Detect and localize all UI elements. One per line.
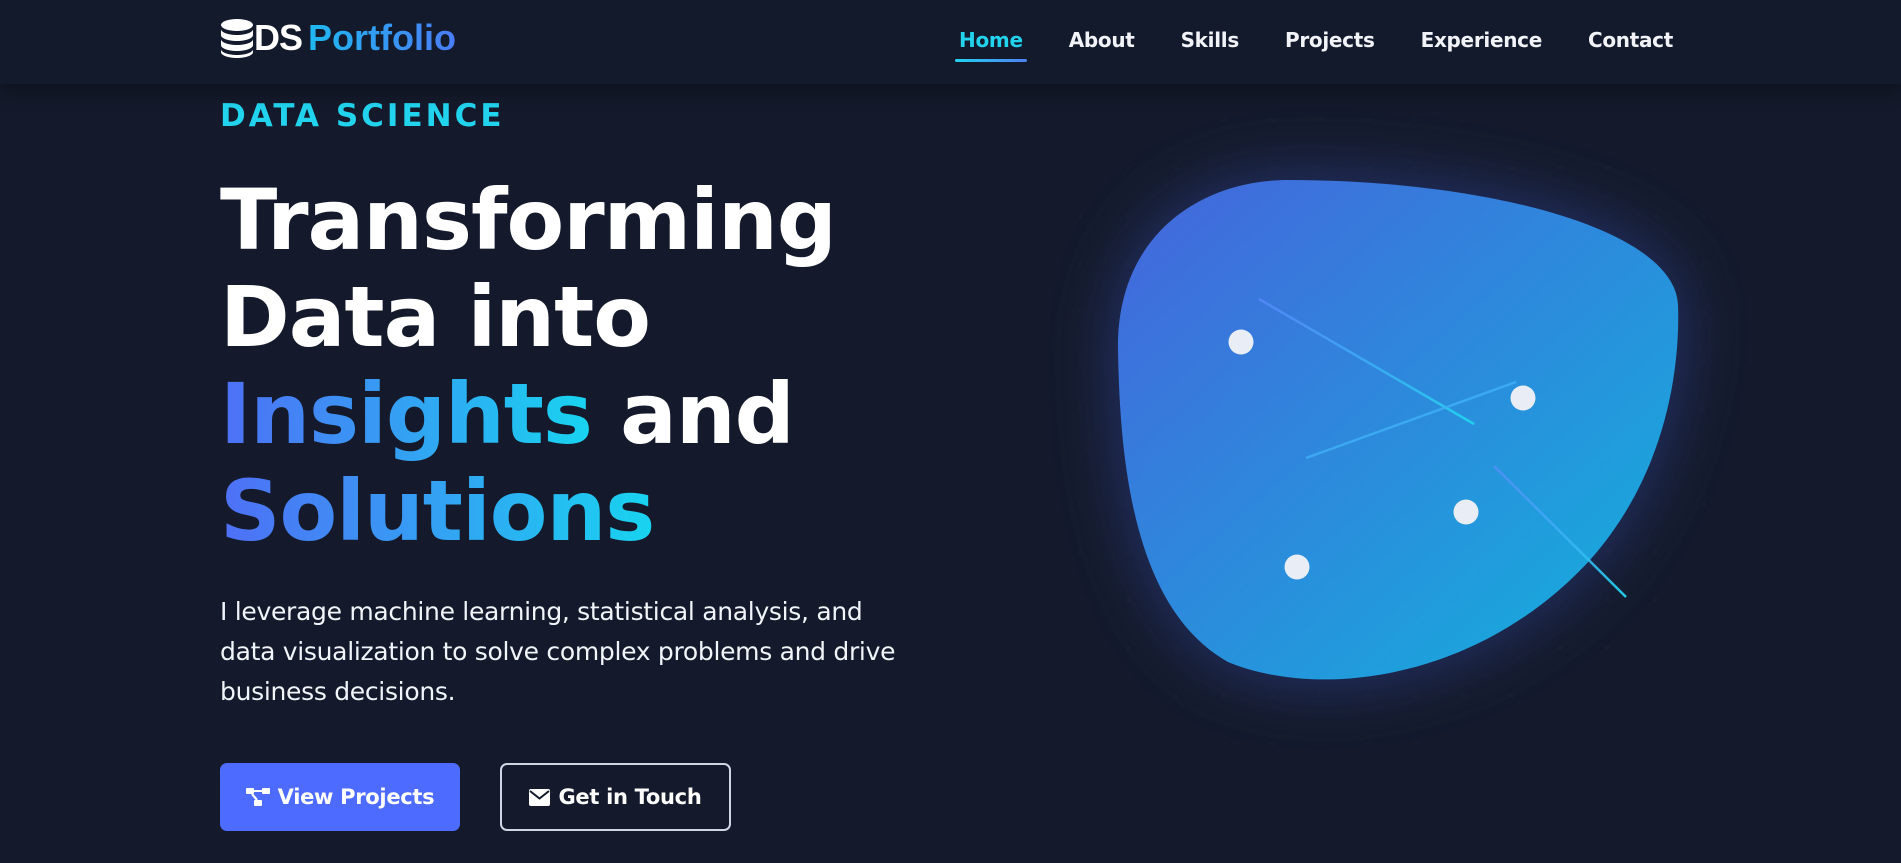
hero-description: I leverage machine learning, statistical… bbox=[220, 597, 896, 706]
nav-item-experience[interactable]: Experience bbox=[1417, 24, 1546, 56]
data-point bbox=[1453, 499, 1479, 525]
headline-line-1: Transforming bbox=[220, 171, 837, 269]
logo-portfolio-text: Portfolio bbox=[308, 17, 456, 58]
headline-highlight-insights: Insights bbox=[220, 365, 593, 463]
envelope-icon bbox=[529, 788, 551, 806]
nav-item-skills[interactable]: Skills bbox=[1177, 24, 1243, 56]
get-in-touch-button[interactable]: Get in Touch bbox=[500, 763, 731, 831]
view-projects-label: View Projects bbox=[277, 785, 435, 809]
hero-headline: Transforming Data into Insights and Solu… bbox=[220, 171, 837, 560]
data-point bbox=[1284, 554, 1310, 580]
hero-eyebrow: DATA SCIENCE bbox=[220, 98, 505, 134]
data-blob-shape bbox=[1117, 180, 1679, 680]
site-header: DS Portfolio Home About Skills Projects … bbox=[0, 0, 1901, 84]
headline-and: and bbox=[591, 365, 795, 463]
hero-illustration bbox=[1060, 140, 1780, 760]
data-point bbox=[1228, 329, 1254, 355]
view-projects-button[interactable]: View Projects bbox=[220, 763, 460, 831]
data-blob-graphic bbox=[1117, 180, 1679, 680]
project-diagram-icon bbox=[245, 788, 270, 806]
get-in-touch-label: Get in Touch bbox=[558, 785, 702, 809]
logo-ds-text: DS bbox=[254, 17, 303, 58]
nav-item-contact[interactable]: Contact bbox=[1584, 24, 1677, 56]
data-point bbox=[1510, 385, 1536, 411]
headline-highlight-solutions: Solutions bbox=[220, 462, 655, 560]
headline-line-2: Data into bbox=[220, 268, 651, 366]
database-icon bbox=[221, 19, 253, 58]
brand-logo[interactable]: DS Portfolio bbox=[220, 16, 456, 60]
nav-item-projects[interactable]: Projects bbox=[1281, 24, 1379, 56]
main-nav: Home About Skills Projects Experience Co… bbox=[955, 22, 1677, 62]
nav-item-about[interactable]: About bbox=[1065, 24, 1139, 56]
nav-item-home[interactable]: Home bbox=[955, 24, 1027, 62]
